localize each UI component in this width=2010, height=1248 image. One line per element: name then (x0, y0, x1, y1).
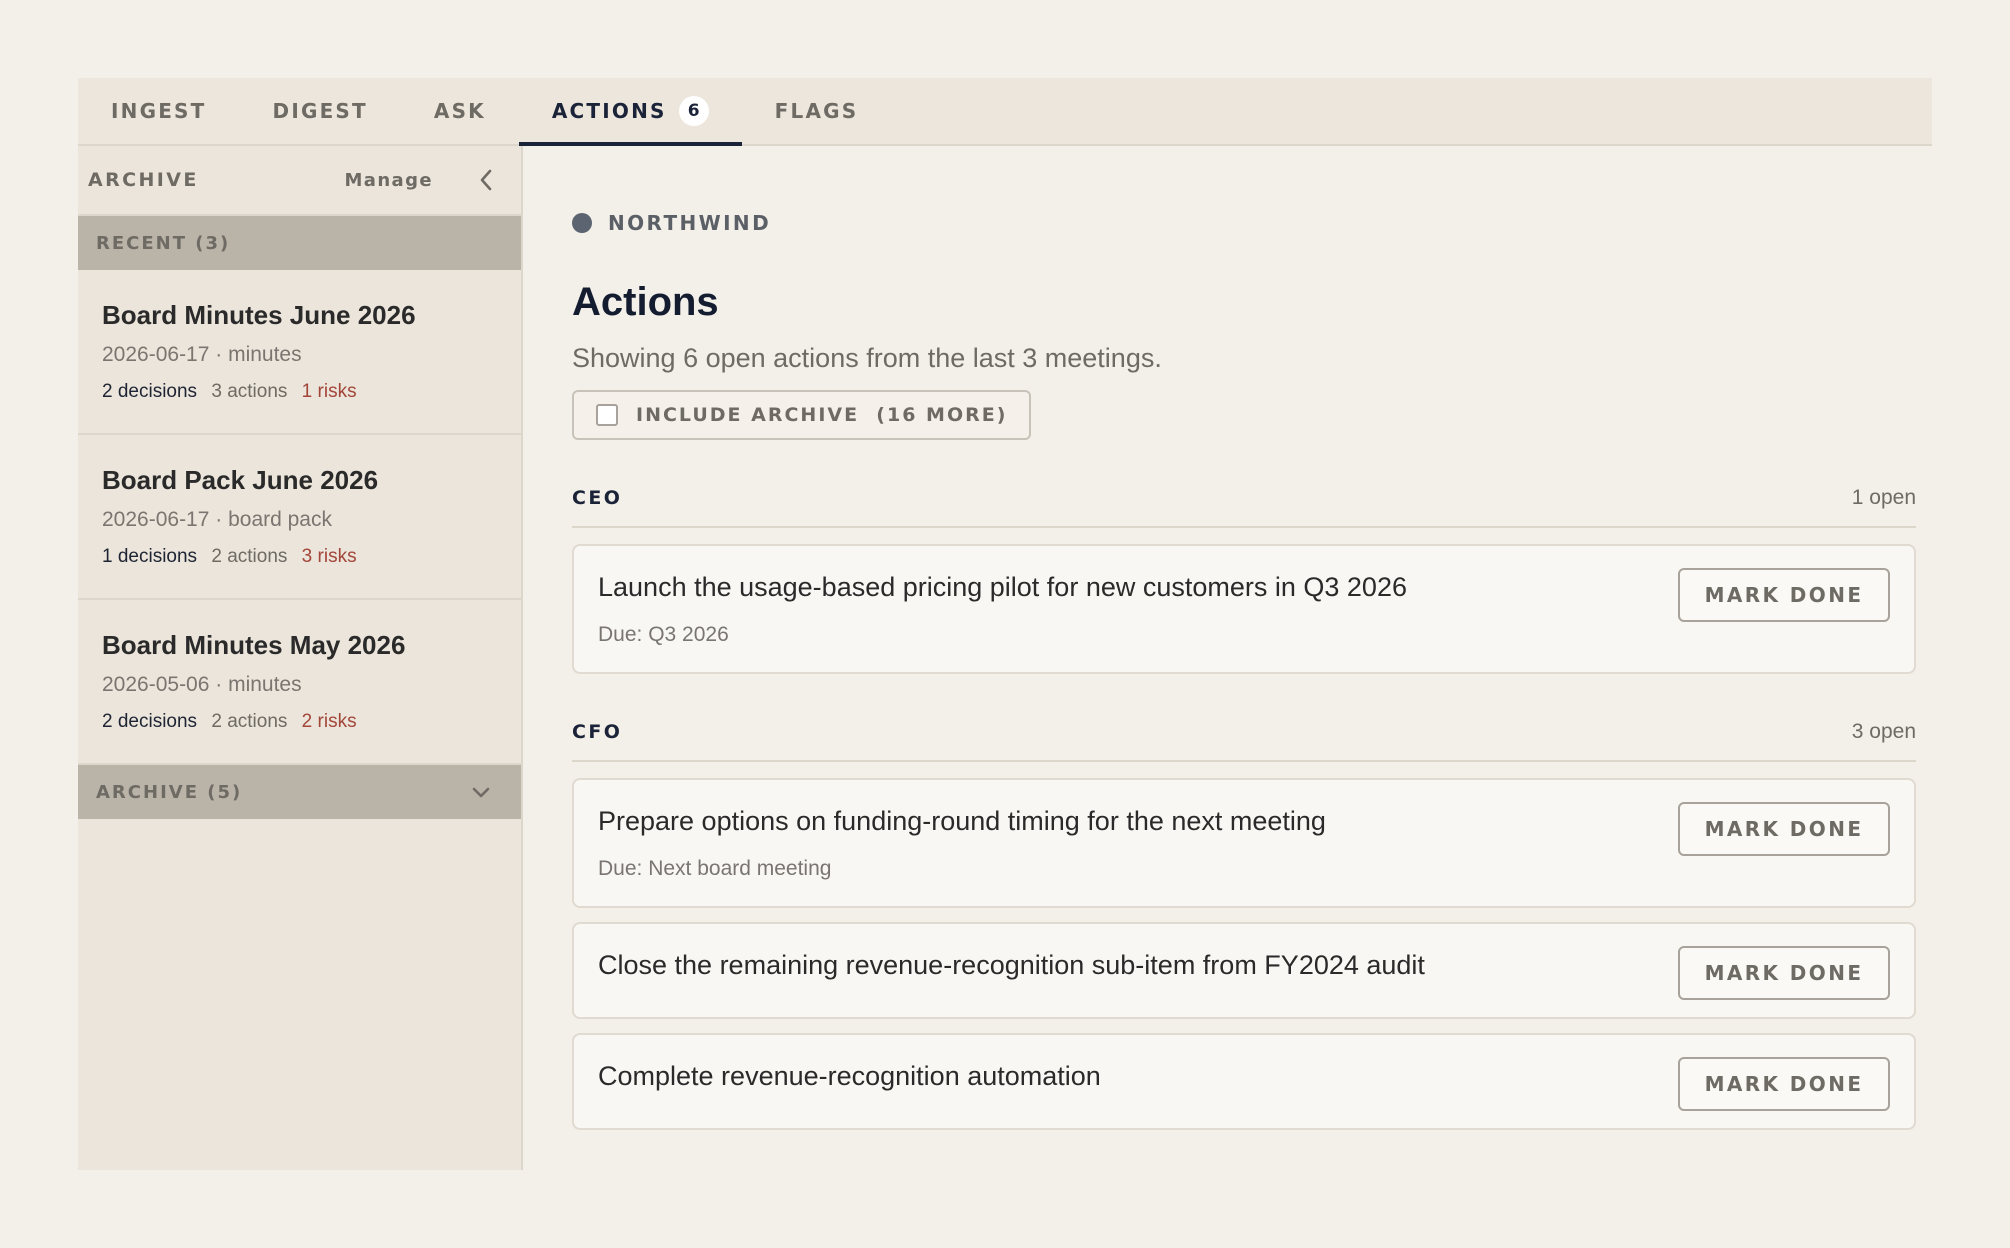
org-indicator: NORTHWIND (572, 206, 1916, 240)
status-dot-icon (572, 213, 592, 233)
tab-ingest[interactable]: INGEST (78, 78, 240, 144)
action-body: Complete revenue-recognition automation (598, 1061, 1678, 1092)
actions-panel: NORTHWIND Actions Showing 6 open actions… (523, 146, 1932, 1170)
action-due: Due: Next board meeting (598, 857, 832, 880)
include-archive-label: INCLUDE ARCHIVE (16 MORE) (636, 404, 1008, 426)
tab-digest[interactable]: DIGEST (240, 78, 401, 144)
mark-done-button[interactable]: MARK DONE (1678, 568, 1890, 622)
mark-done-button[interactable]: MARK DONE (1678, 1057, 1890, 1111)
section-role: CEO (572, 487, 623, 509)
owner-section-ceo: CEO 1 open Launch the usage-based pricin… (572, 470, 1916, 674)
tab-flags[interactable]: FLAGS (742, 78, 892, 144)
recent-group-header[interactable]: RECENT (3) (78, 216, 521, 270)
include-archive-toggle[interactable]: INCLUDE ARCHIVE (16 MORE) (572, 390, 1032, 440)
action-card: Close the remaining revenue-recognition … (572, 922, 1916, 1019)
sidebar-header: ARCHIVE Manage (78, 146, 521, 216)
org-name: NORTHWIND (608, 211, 772, 235)
action-body: Prepare options on funding-round timing … (598, 806, 1678, 881)
actions-count: 2 actions (211, 546, 288, 567)
section-header: CEO 1 open (572, 470, 1916, 528)
action-card: Prepare options on funding-round timing … (572, 778, 1916, 908)
tab-label: ASK (433, 99, 486, 123)
action-card: Launch the usage-based pricing pilot for… (572, 544, 1916, 674)
mark-done-button[interactable]: MARK DONE (1678, 946, 1890, 1000)
list-item[interactable]: Board Minutes June 2026 2026-06-17 · min… (78, 270, 521, 435)
action-text: Launch the usage-based pricing pilot for… (598, 572, 1407, 602)
risks-count: 3 risks (301, 546, 357, 567)
doc-title: Board Minutes June 2026 (102, 300, 416, 330)
owner-section-cfo: CFO 3 open Prepare options on funding-ro… (572, 704, 1916, 1130)
section-header: CFO 3 open (572, 704, 1916, 762)
doc-stats: 2 decisions 2 actions 2 risks (102, 711, 521, 733)
archive-group-header[interactable]: ARCHIVE (5) (78, 765, 521, 819)
page-title: Actions (572, 280, 719, 324)
decisions-count: 1 decisions (102, 546, 198, 567)
chevron-down-icon[interactable] (471, 785, 491, 799)
action-text: Complete revenue-recognition automation (598, 1061, 1101, 1091)
tab-label: ACTIONS (551, 99, 667, 123)
action-body: Launch the usage-based pricing pilot for… (598, 572, 1678, 647)
tab-label: DIGEST (272, 99, 368, 123)
action-text: Prepare options on funding-round timing … (598, 806, 1326, 836)
tab-label: INGEST (111, 99, 207, 123)
action-text: Close the remaining revenue-recognition … (598, 950, 1425, 980)
actions-count: 2 actions (211, 711, 288, 732)
risks-count: 1 risks (301, 381, 357, 402)
action-card: Complete revenue-recognition automation … (572, 1033, 1916, 1130)
risks-count: 2 risks (301, 711, 357, 732)
actions-count: 3 actions (211, 381, 288, 402)
doc-meta: 2026-06-17 · board pack (102, 508, 332, 531)
decisions-count: 2 decisions (102, 381, 198, 402)
tab-label: FLAGS (774, 99, 859, 123)
app-frame: INGEST DIGEST ASK ACTIONS 6 FLAGS ARCHIV… (78, 78, 1932, 1170)
decisions-count: 2 decisions (102, 711, 198, 732)
doc-stats: 2 decisions 3 actions 1 risks (102, 381, 521, 403)
tab-count-badge: 6 (678, 96, 709, 126)
group-label: RECENT (3) (96, 232, 231, 254)
doc-meta: 2026-06-17 · minutes (102, 343, 302, 366)
list-item[interactable]: Board Pack June 2026 2026-06-17 · board … (78, 435, 521, 600)
doc-meta: 2026-05-06 · minutes (102, 673, 302, 696)
checkbox-icon[interactable] (596, 404, 618, 426)
action-due: Due: Q3 2026 (598, 623, 729, 646)
list-item[interactable]: Board Minutes May 2026 2026-05-06 · minu… (78, 600, 521, 765)
section-role: CFO (572, 721, 623, 743)
chevron-left-icon[interactable] (461, 160, 511, 200)
doc-title: Board Pack June 2026 (102, 465, 379, 495)
manage-link[interactable]: Manage (344, 170, 433, 191)
doc-title: Board Minutes May 2026 (102, 630, 406, 660)
action-body: Close the remaining revenue-recognition … (598, 950, 1678, 981)
doc-stats: 1 decisions 2 actions 3 risks (102, 546, 521, 568)
mark-done-button[interactable]: MARK DONE (1678, 802, 1890, 856)
sidebar-title: ARCHIVE (88, 169, 199, 191)
tab-bar: INGEST DIGEST ASK ACTIONS 6 FLAGS (78, 78, 1932, 146)
tab-actions[interactable]: ACTIONS 6 (518, 78, 742, 146)
page-subtitle: Showing 6 open actions from the last 3 m… (572, 343, 1162, 373)
archive-sidebar: ARCHIVE Manage RECENT (3) Board Minutes … (78, 146, 523, 1170)
section-open-count: 1 open (1851, 486, 1916, 509)
section-open-count: 3 open (1851, 720, 1916, 743)
tab-ask[interactable]: ASK (401, 78, 519, 144)
group-label: ARCHIVE (5) (96, 781, 243, 803)
